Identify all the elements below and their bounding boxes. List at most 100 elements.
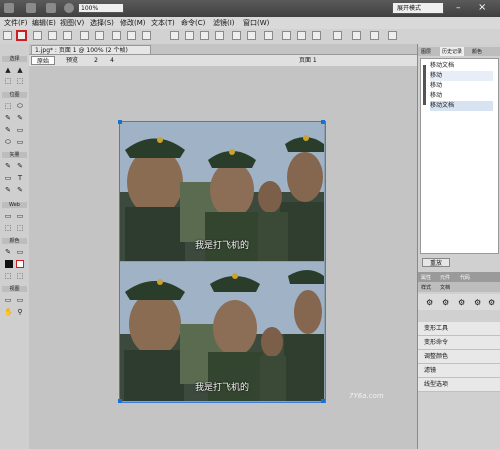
line-tool-icon[interactable]: ✎ [4, 162, 12, 170]
property-item[interactable]: 调整颜色 [418, 350, 500, 364]
tab-properties[interactable]: 属性 [421, 274, 431, 281]
property-item[interactable]: 线型选项 [418, 378, 500, 392]
effect-icon[interactable]: ⚙ [442, 298, 449, 307]
property-item[interactable]: 变形工具 [418, 322, 500, 336]
menu-commands[interactable]: 命令(C) [181, 18, 205, 28]
paste-icon[interactable] [142, 31, 151, 40]
panel-collapse-icon[interactable] [388, 31, 397, 40]
fullscreen-mode-icon[interactable]: ▭ [16, 296, 24, 304]
document-canvas[interactable]: 我是打飞机的 我是打飞机的 [118, 120, 326, 403]
zoom-tool-icon[interactable]: ⚲ [16, 308, 24, 316]
selection-handle[interactable] [321, 399, 325, 403]
effect-icon[interactable]: ⚙ [488, 298, 495, 307]
lasso-tool-icon[interactable]: ⬭ [16, 102, 24, 110]
tab-styles[interactable]: 样式 [421, 284, 431, 291]
menu-select[interactable]: 选择(S) [90, 18, 114, 28]
selection-handle[interactable] [118, 120, 122, 124]
tab-colors[interactable]: 颜色 [472, 48, 482, 55]
split-icon[interactable] [215, 31, 224, 40]
history-slider[interactable] [423, 65, 426, 105]
standard-mode-icon[interactable]: ▭ [4, 296, 12, 304]
effect-icon[interactable]: ⚙ [426, 298, 433, 307]
history-item[interactable]: 移动 [430, 71, 493, 81]
print-icon[interactable] [63, 31, 72, 40]
view-original-tab[interactable]: 原始 [31, 56, 55, 65]
menu-modify[interactable]: 修改(M) [120, 18, 146, 28]
import-icon[interactable] [33, 31, 42, 40]
selection-handle[interactable] [321, 120, 325, 124]
tab-history[interactable]: 历史记录 [440, 47, 465, 56]
stroke-color-swatch[interactable] [5, 260, 13, 268]
history-item[interactable]: 移动文档 [430, 61, 493, 71]
open-file-icon[interactable] [4, 3, 14, 13]
selection-handle[interactable] [118, 399, 122, 403]
crop-tool-icon[interactable]: ⬚ [16, 77, 24, 85]
menu-file[interactable]: 文件(F) [4, 18, 28, 28]
hand-icon[interactable] [46, 3, 56, 13]
grid-icon[interactable] [26, 3, 36, 13]
fill-color-swatch[interactable] [16, 260, 24, 268]
eraser-tool-icon[interactable]: ▭ [16, 126, 24, 134]
pen-tool-icon[interactable]: ✎ [16, 162, 24, 170]
pointer-tool-icon[interactable]: ▲ [4, 66, 12, 74]
text-tool-icon[interactable]: T [16, 174, 24, 182]
rectangle-tool-icon[interactable]: ▭ [4, 174, 12, 182]
redo-icon[interactable] [95, 31, 104, 40]
marquee-tool-icon[interactable]: ⬚ [4, 102, 12, 110]
panel-dock-icon[interactable] [352, 31, 361, 40]
menu-window[interactable]: 窗口(W) [243, 18, 269, 28]
magic-wand-icon[interactable]: ✎ [4, 114, 12, 122]
eyedropper-tool-icon[interactable]: ✎ [4, 248, 12, 256]
scale-tool-icon[interactable]: ⬚ [4, 77, 12, 85]
rotate-left-icon[interactable] [282, 31, 291, 40]
blur-tool-icon[interactable]: ⬭ [4, 138, 12, 146]
swap-colors-icon[interactable]: ⬚ [16, 272, 24, 280]
default-colors-icon[interactable]: ⬚ [4, 272, 12, 280]
zoom-icon[interactable] [64, 3, 74, 13]
bring-to-front-icon[interactable] [232, 31, 241, 40]
hand-tool-icon[interactable]: ✋ [4, 308, 13, 316]
align-icon[interactable] [264, 31, 273, 40]
ungroup-icon[interactable] [185, 31, 194, 40]
subselect-tool-icon[interactable]: ▲ [16, 66, 24, 74]
cut-icon[interactable] [112, 31, 121, 40]
view-preview-tab[interactable]: 预览 [59, 56, 85, 65]
close-button[interactable]: × [478, 2, 490, 14]
hide-slices-icon[interactable]: ⬚ [4, 224, 12, 232]
effect-icon[interactable]: ⚙ [474, 298, 481, 307]
workspace-switcher[interactable]: 展开模式 [392, 2, 444, 14]
minimize-button[interactable]: – [456, 3, 466, 13]
view-2up-tab[interactable]: 2 [89, 56, 103, 65]
rotate-right-icon[interactable] [297, 31, 306, 40]
paint-bucket-icon[interactable]: ▭ [16, 248, 24, 256]
undo-icon[interactable] [80, 31, 89, 40]
freeform-tool-icon[interactable]: ✎ [4, 186, 12, 194]
zoom-select[interactable]: 100% [78, 3, 124, 13]
canvas-area[interactable]: 我是打飞机的 我是打飞机的 7Y6a.com [29, 66, 417, 449]
tab-layers[interactable]: 图层 [421, 48, 431, 55]
panel-float-icon[interactable] [370, 31, 379, 40]
join-icon[interactable] [200, 31, 209, 40]
history-item[interactable]: 移动 [430, 91, 493, 101]
save-icon[interactable] [16, 30, 27, 41]
panel-layout-icon[interactable] [333, 31, 342, 40]
show-slices-icon[interactable]: ⬚ [16, 224, 24, 232]
menu-view[interactable]: 视图(V) [60, 18, 84, 28]
property-item[interactable]: 变形命令 [418, 336, 500, 350]
tab-code[interactable]: 代码 [460, 274, 470, 281]
menu-filters[interactable]: 滤镜(I) [213, 18, 235, 28]
pencil-tool-icon[interactable]: ✎ [4, 126, 12, 134]
send-to-back-icon[interactable] [247, 31, 256, 40]
knife-tool-icon[interactable]: ✎ [16, 186, 24, 194]
group-icon[interactable] [170, 31, 179, 40]
effect-icon[interactable]: ⚙ [458, 298, 465, 307]
view-4up-tab[interactable]: 4 [105, 56, 119, 65]
document-tab[interactable]: 1.jpg* : 页面 1 @ 100% (2 个帧) [31, 45, 151, 54]
tab-document[interactable]: 文档 [440, 284, 450, 291]
hotspot-tool-icon[interactable]: ▭ [4, 212, 12, 220]
slice-tool-icon[interactable]: ▭ [16, 212, 24, 220]
history-item[interactable]: 移动 [430, 81, 493, 91]
new-document-icon[interactable] [3, 31, 12, 40]
menu-text[interactable]: 文本(T) [151, 18, 175, 28]
replay-button[interactable]: 重放 [422, 258, 450, 267]
